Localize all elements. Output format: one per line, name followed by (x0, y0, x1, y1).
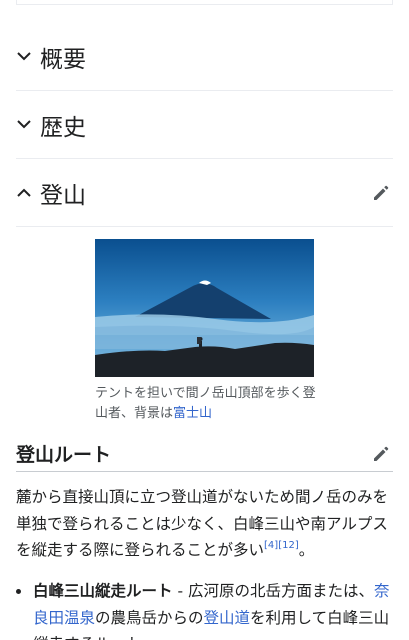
figure-caption: テントを担いで間ノ岳山頂部を歩く登山者、背景は富士山 (95, 384, 320, 424)
subsection-heading-routes: 登山ルート (16, 436, 393, 472)
route-paragraph: 麓から直接山頂に立つ登山道がないため間ノ岳のみを単独で登られることは少なく、白峰… (16, 484, 391, 564)
list-item: 白峰三山縦走ルート - 広河原の北岳方面または、奈良田温泉の農鳥岳からの登山道を… (16, 578, 395, 640)
mountain-photo[interactable] (95, 239, 314, 377)
section-heading-overview[interactable]: 概要 (16, 23, 393, 91)
edit-pencil-icon[interactable] (371, 183, 391, 203)
list-item-bold: 白峰三山縦走ルート (33, 582, 173, 600)
section-title: 登山 (40, 182, 86, 209)
list-bullet (16, 589, 21, 594)
reference-12[interactable]: [12] (278, 540, 299, 551)
link-trail[interactable]: 登山道 (204, 609, 251, 627)
paragraph-text: 麓から直接山頂に立つ登山道がないため間ノ岳のみを単独で登られることは少なく、白峰… (16, 488, 389, 559)
list-item-text: の農鳥岳からの (95, 608, 204, 627)
figure: テントを担いで間ノ岳山頂部を歩く登山者、背景は富士山 (95, 239, 316, 424)
chevron-down-icon (16, 49, 32, 65)
section-title: 概要 (40, 46, 86, 73)
reference-4[interactable]: [4] (264, 540, 278, 551)
section-heading-climbing[interactable]: 登山 (16, 159, 393, 227)
subsection-title: 登山ルート (16, 444, 112, 466)
route-list: 白峰三山縦走ルート - 広河原の北岳方面または、奈良田温泉の農鳥岳からの登山道を… (16, 578, 395, 640)
section-title: 歴史 (40, 114, 86, 141)
caption-link-fuji[interactable]: 富士山 (173, 406, 212, 421)
chevron-up-icon (16, 185, 32, 201)
edit-pencil-icon[interactable] (371, 444, 391, 464)
chevron-down-icon (16, 117, 32, 133)
previous-box-bottom (16, 4, 393, 5)
list-item-text: - 広河原の北岳方面または、 (172, 582, 374, 600)
paragraph-end: 。 (298, 541, 315, 559)
section-heading-history[interactable]: 歴史 (16, 91, 393, 159)
